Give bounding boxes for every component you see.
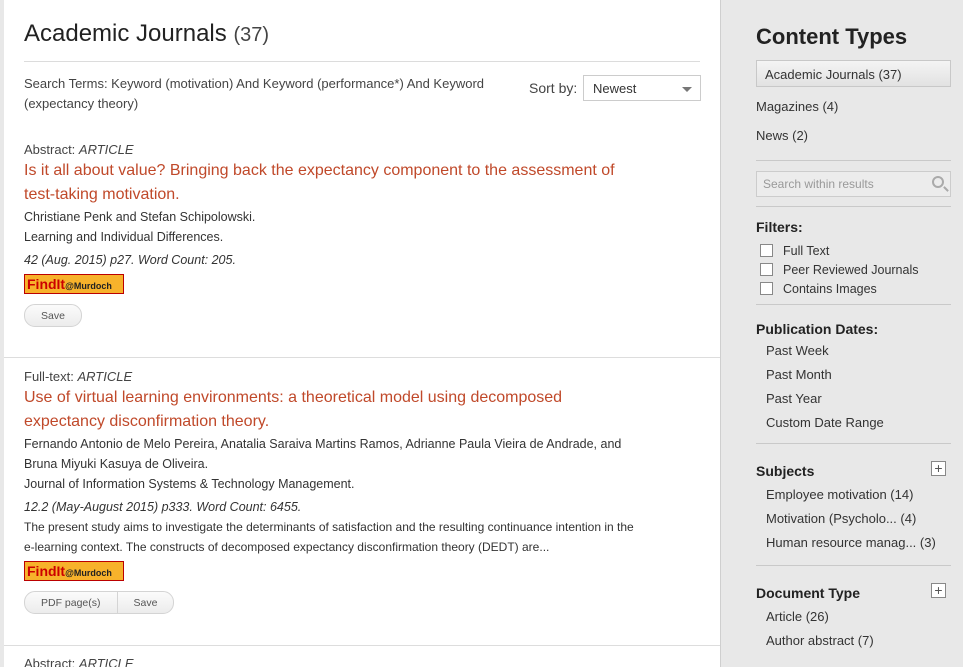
subject-employee-motivation[interactable]: Employee motivation (14) [766,483,963,507]
content-type-academic-journals[interactable]: Academic Journals (37) [756,60,951,87]
content-type-magazines[interactable]: Magazines (4) [756,97,963,116]
result-actions: Save [24,304,82,327]
result-type: Abstract: ARTICLE [24,656,720,667]
search-icon[interactable] [932,176,944,188]
pdf-pages-button[interactable]: PDF page(s) [25,592,118,613]
pubdate-past-month[interactable]: Past Month [766,363,963,387]
result-authors: Christiane Penk and Stefan Schipolowski. [24,210,256,224]
page-title-text: Academic Journals [24,20,227,47]
result-divider [4,357,720,358]
filter-contains-images[interactable]: Contains Images [756,279,963,298]
result-title-link[interactable]: Use of virtual learning environments: a … [24,386,624,434]
sort-select-value: Newest [593,81,637,96]
subject-motivation[interactable]: Motivation (Psycholo... (4) [766,507,963,531]
checkbox[interactable] [760,244,773,257]
doctype-author-abstract[interactable]: Author abstract (7) [766,629,963,653]
result-type-prefix: Abstract: [24,142,79,157]
content-type-news[interactable]: News (2) [756,126,963,145]
result-item: Full-text: ARTICLE Use of virtual learni… [4,369,720,614]
search-terms: Search Terms: Keyword (motivation) And K… [24,76,485,111]
pubdate-custom-range[interactable]: Custom Date Range [766,411,963,435]
result-type: Full-text: ARTICLE [24,369,720,384]
save-button[interactable]: Save [25,305,81,326]
pubdate-past-year[interactable]: Past Year [766,387,963,411]
result-count: (37) [233,24,270,46]
expand-subjects-plus-icon[interactable]: + [931,461,946,476]
subject-human-resource[interactable]: Human resource manag... (3) [766,531,963,555]
result-abstract: The present study aims to investigate th… [24,520,634,554]
sidebar: Content Types Academic Journals (37) Mag… [740,0,963,667]
sidebar-divider [756,565,951,566]
result-title-link[interactable]: Is it all about value? Bringing back the… [24,159,624,207]
findit-suffix-text: @Murdoch [65,568,112,578]
result-authors: Fernando Antonio de Melo Pereira, Anatal… [24,437,622,471]
result-type-label: ARTICLE [78,656,134,667]
filter-label: Full Text [783,243,830,258]
filters-heading: Filters: [756,219,803,235]
search-within-input[interactable]: Search within results [756,171,951,197]
page-title: Academic Journals (37) [24,20,700,48]
result-type: Abstract: ARTICLE [24,142,720,157]
result-type-prefix: Full-text: [24,369,78,384]
result-type-label: ARTICLE [77,369,133,384]
result-item: Abstract: ARTICLE Is it all about value?… [4,142,720,327]
doctype-article[interactable]: Article (26) [766,605,963,629]
sort-select[interactable]: Newest [583,75,701,101]
expand-doctype-plus-icon[interactable]: + [931,583,946,598]
sidebar-divider [756,160,951,161]
checkbox[interactable] [760,263,773,276]
sidebar-divider [756,304,951,305]
findit-main-text: FindIt [27,563,66,579]
filter-peer-reviewed[interactable]: Peer Reviewed Journals [756,260,963,279]
filter-label: Peer Reviewed Journals [783,262,919,277]
results-panel: Academic Journals (37) Search Terms: Key… [4,0,721,667]
result-item: Abstract: ARTICLE [4,656,720,667]
findit-button[interactable]: FindIt@Murdoch [24,274,124,294]
result-journal: Learning and Individual Differences. [24,230,224,244]
result-actions: PDF page(s) Save [24,591,175,614]
result-type-prefix: Abstract: [24,656,79,667]
pubdate-past-week[interactable]: Past Week [766,339,963,363]
chevron-down-icon [682,87,692,92]
publication-dates-heading: Publication Dates: [756,321,879,337]
sidebar-divider [756,443,951,444]
sort-label: Sort by: [529,80,578,96]
result-meta: 42 (Aug. 2015) p27. Word Count: 205. [24,253,236,267]
result-type-label: ARTICLE [78,142,134,157]
save-button[interactable]: Save [118,592,174,613]
result-journal: Journal of Information Systems & Technol… [24,477,355,491]
findit-main-text: FindIt [27,276,66,292]
findit-button[interactable]: FindIt@Murdoch [24,561,124,581]
filter-full-text[interactable]: Full Text [756,241,963,260]
sidebar-divider [756,206,951,207]
checkbox[interactable] [760,282,773,295]
filter-label: Contains Images [783,281,877,296]
result-divider [4,645,720,646]
findit-suffix-text: @Murdoch [65,281,112,291]
search-within-placeholder: Search within results [763,177,874,191]
content-types-heading: Content Types [756,24,908,49]
result-meta: 12.2 (May-August 2015) p333. Word Count:… [24,500,302,514]
